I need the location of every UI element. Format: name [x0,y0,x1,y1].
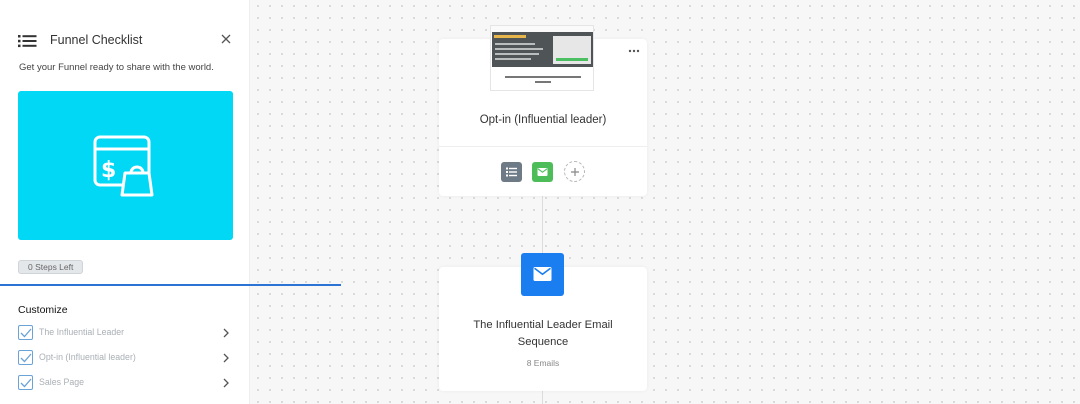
checkbox-checked[interactable] [18,325,33,340]
thumbnail-logo [494,35,526,38]
thumbnail-text-line [495,58,531,60]
customize-heading: Customize [18,304,68,316]
thumbnail-caption [505,76,581,78]
checklist-item-sales-page[interactable]: Sales Page [18,375,232,391]
checklist-item-label: Sales Page [39,377,84,387]
mail-icon [521,253,564,296]
checkbox-checked[interactable] [18,350,33,365]
email-count: 8 Emails [526,358,560,368]
checkbox-checked[interactable] [18,375,33,390]
plus-icon[interactable] [564,161,585,182]
store-bag-icon: $ [93,135,154,197]
chevron-right-icon [221,377,231,389]
optin-step-card[interactable]: Opt-in (Influential leader) [439,25,647,196]
svg-text:$: $ [101,158,116,183]
checklist-hero: $ [18,91,233,240]
checklist-item-influential-leader[interactable]: The Influential Leader [18,325,232,341]
checklist-progress-bar [0,284,341,286]
email-sequence-card[interactable]: The Influential Leader Email Sequence 8 … [439,253,647,391]
thumbnail-caption [535,81,551,83]
thumbnail-text-line [495,43,535,45]
checklist-item-optin[interactable]: Opt-in (Influential leader) [18,350,232,366]
checklist-subtitle: Get your Funnel ready to share with the … [19,62,214,73]
thumbnail-text-line [495,48,543,50]
chevron-right-icon [221,327,231,339]
mail-icon[interactable] [532,162,553,182]
checklist-item-label: The Influential Leader [39,327,125,337]
more-options-icon[interactable] [628,48,640,54]
list-icon[interactable] [501,162,522,182]
funnel-checklist-panel: Funnel Checklist Get your Funnel ready t… [0,0,250,404]
thumbnail-text-line [495,53,539,55]
step-connector [542,391,543,404]
checklist-item-label: Opt-in (Influential leader) [39,352,136,362]
steps-left-badge: 0 Steps Left [18,260,84,274]
chevron-right-icon [221,352,231,364]
checklist-title: Funnel Checklist [50,33,143,47]
page-thumbnail[interactable] [490,25,594,91]
checklist-header: Funnel Checklist [18,32,234,50]
email-sequence-title: The Influential Leader Email Sequence [473,319,613,348]
optin-step-title: Opt-in (Influential leader) [479,114,607,126]
card-divider [439,146,647,147]
thumbnail-hero [492,32,593,67]
list-icon [18,34,37,48]
thumbnail-form-button [556,58,588,61]
close-icon[interactable] [218,31,234,47]
